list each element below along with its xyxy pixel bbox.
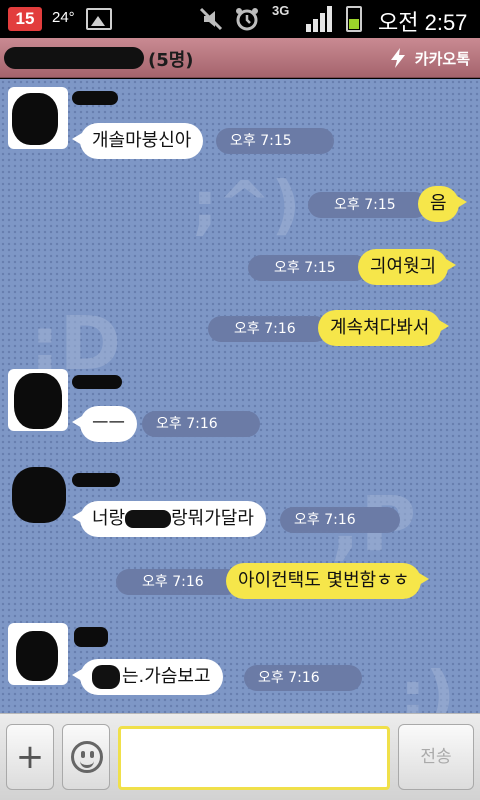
message-text: 는.가슴보고	[122, 666, 211, 687]
message-text: ㅡㅡ	[92, 413, 126, 434]
avatar[interactable]	[8, 87, 68, 149]
message-text: 개솔마붕신아	[92, 130, 192, 151]
message-time: 오후 7:15	[216, 128, 334, 154]
gallery-icon	[86, 8, 112, 30]
word-redacted	[92, 665, 120, 689]
message-bubble[interactable]: 계속쳐다봐서	[318, 310, 450, 346]
message-bubble[interactable]: 는.가슴보고	[72, 659, 223, 695]
chat-title-bar: (5명) 카카오톡	[0, 38, 480, 78]
signal-icon	[306, 6, 334, 32]
mute-icon	[198, 6, 224, 39]
member-count: (5명)	[148, 50, 194, 71]
chat-room-name-redacted	[4, 47, 144, 69]
message-bubble[interactable]: 음	[418, 186, 467, 222]
watermark-smile: :)	[400, 659, 455, 713]
message-text: 긔여웟긔	[370, 256, 437, 277]
sender-name-redacted	[72, 473, 120, 487]
kakao-bolt-icon	[387, 47, 409, 69]
message-text-input[interactable]	[118, 726, 390, 790]
message-text-before: 너랑	[92, 508, 126, 529]
kakaotalk-brand: 카카오톡	[387, 47, 470, 69]
name-redacted	[125, 510, 172, 528]
message-bubble[interactable]: 아이컨택도 몇번함ㅎㅎ	[226, 563, 430, 599]
clock: 오전 2:57	[378, 10, 468, 35]
message-time: 오후 7:16	[280, 507, 400, 533]
message-time: 오후 7:16	[244, 665, 362, 691]
calendar-icon: 15	[8, 7, 42, 31]
message-bubble[interactable]: 개솔마붕신아	[71, 123, 204, 159]
message-time: 오후 7:15	[248, 255, 368, 281]
message-input-bar: + 전송	[0, 713, 480, 800]
sender-name-redacted	[74, 627, 108, 647]
message-text-after: 랑뭐가달라	[171, 508, 254, 529]
message-list[interactable]: ;^) :D ;P :) 개솔마붕신아 오후 7:15 오후 7:15 음 오후…	[0, 79, 480, 713]
message-time: 오후 7:16	[208, 316, 328, 342]
message-bubble[interactable]: ㅡㅡ	[71, 406, 138, 442]
battery-icon	[346, 6, 362, 32]
message-text: 계속쳐다봐서	[330, 317, 430, 338]
sender-name-redacted	[72, 375, 122, 389]
alarm-icon	[234, 6, 260, 39]
status-bar: 15 24° 3G 오전 2:57	[0, 0, 480, 38]
avatar[interactable]	[8, 369, 68, 431]
network-type: 3G	[272, 3, 290, 18]
sender-name-redacted	[72, 91, 118, 105]
message-text: 아이컨택도 몇번함ㅎㅎ	[238, 570, 410, 591]
attach-plus-button[interactable]: +	[6, 724, 54, 790]
temperature-readout: 24°	[52, 9, 75, 26]
message-time: 오후 7:16	[116, 569, 240, 595]
avatar[interactable]	[8, 467, 68, 529]
message-text: 음	[430, 193, 447, 214]
brand-label: 카카오톡	[414, 49, 470, 68]
message-time: 오후 7:15	[308, 192, 428, 218]
watermark-wink: ;^)	[192, 169, 301, 243]
smiley-icon	[71, 741, 103, 773]
message-time: 오후 7:16	[142, 411, 260, 437]
send-button[interactable]: 전송	[398, 724, 474, 790]
avatar[interactable]	[8, 623, 68, 685]
message-bubble[interactable]: 너랑 랑뭐가달라	[72, 501, 266, 537]
message-bubble[interactable]: 긔여웟긔	[358, 249, 457, 285]
emoticon-button[interactable]	[62, 724, 110, 790]
